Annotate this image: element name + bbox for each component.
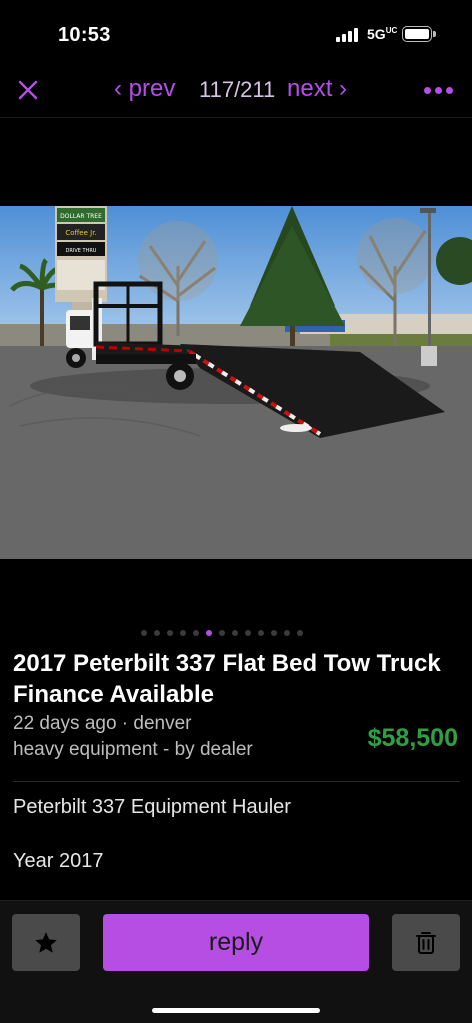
gallery-dot[interactable] [154, 630, 160, 636]
listing-photo[interactable]: DOLLAR TREE Coffee Jr. DRIVE THRU [0, 206, 472, 559]
gallery-dot[interactable] [258, 630, 264, 636]
trash-icon [416, 931, 436, 954]
description-line-2: Year 2017 [13, 850, 104, 872]
description-line-1: Peterbilt 337 Equipment Hauler [13, 796, 291, 818]
prev-button[interactable]: ‹ prev [114, 75, 175, 103]
gallery-dot[interactable] [232, 630, 238, 636]
close-icon[interactable] [14, 76, 42, 104]
gallery-dot[interactable] [167, 630, 173, 636]
gallery-dot[interactable] [245, 630, 251, 636]
sign-line-1: DOLLAR TREE [60, 213, 102, 220]
sign-line-2: Coffee Jr. [65, 229, 96, 237]
home-indicator[interactable] [152, 1008, 320, 1013]
delete-button[interactable] [392, 914, 460, 971]
sign-line-3: DRIVE THRU [66, 248, 97, 254]
gallery-dot[interactable] [193, 630, 199, 636]
battery-icon [402, 26, 436, 42]
listing-title: 2017 Peterbilt 337 Flat Bed Tow Truck Fi… [13, 650, 441, 708]
listing-price: $58,500 [367, 724, 458, 752]
listing-posted: 22 days ago · denver [13, 713, 192, 734]
gallery-dots[interactable] [141, 630, 303, 638]
gallery-dot[interactable] [141, 630, 147, 636]
star-icon [35, 931, 57, 953]
action-bar: reply [0, 900, 472, 1023]
listing-category: heavy equipment - by dealer [13, 739, 253, 760]
network-indicator: 5GUC [367, 26, 398, 42]
listing-nav-bar: ‹ prev 117/211 next › [0, 62, 472, 118]
gallery-dot[interactable] [219, 630, 225, 636]
gallery-dot[interactable] [271, 630, 277, 636]
divider [13, 781, 460, 782]
gallery-dot[interactable] [297, 630, 303, 636]
status-time: 10:53 [58, 24, 111, 46]
signal-icon [336, 28, 360, 42]
gallery-dot[interactable] [180, 630, 186, 636]
next-button[interactable]: next › [287, 75, 347, 103]
listing-counter: 117/211 [199, 77, 276, 102]
gallery-dot[interactable] [284, 630, 290, 636]
reply-button[interactable]: reply [103, 914, 369, 971]
gallery-dot[interactable] [206, 630, 212, 636]
status-bar: 10:53 5GUC [0, 0, 472, 60]
more-icon[interactable] [424, 76, 454, 104]
favorite-button[interactable] [12, 914, 80, 971]
